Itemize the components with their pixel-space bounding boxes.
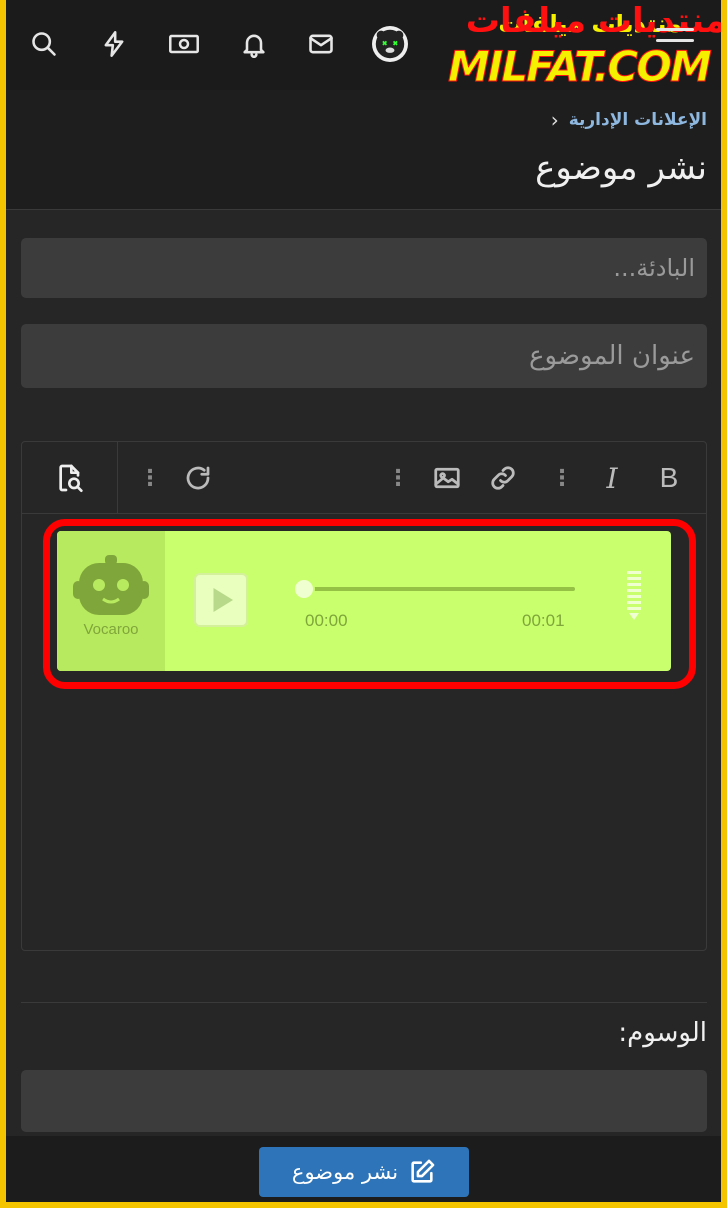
page-title: نشر موضوع [535, 148, 707, 188]
progress-knob[interactable] [293, 578, 315, 600]
breadcrumb[interactable]: الإعلانات الإدارية ‹ [551, 108, 707, 132]
play-icon [213, 588, 233, 612]
more-options-icon[interactable]: ⋮ [387, 462, 409, 494]
italic-icon[interactable]: I [597, 462, 627, 495]
bold-icon[interactable]: B [654, 462, 684, 494]
section-divider [21, 1002, 707, 1003]
bell-icon[interactable] [238, 28, 270, 60]
more-options-icon[interactable]: ⋮ [551, 462, 573, 494]
title-placeholder: عنوان الموضوع [528, 341, 695, 371]
breadcrumb-link[interactable]: الإعلانات الإدارية [569, 110, 707, 130]
page-header: الإعلانات الإدارية ‹ نشر موضوع [6, 90, 721, 210]
time-total: 00:01 [522, 611, 565, 630]
prefix-placeholder: البادئة... [613, 254, 695, 282]
avatar[interactable] [372, 26, 408, 62]
chevron-left-icon: ‹ [550, 108, 559, 132]
preview-button[interactable] [22, 442, 118, 514]
volume-icon[interactable] [627, 571, 641, 629]
more-options-icon[interactable]: ⋮ [139, 462, 161, 494]
preview-icon [58, 464, 83, 492]
money-icon[interactable] [166, 28, 202, 60]
menu-icon[interactable] [656, 28, 694, 54]
mail-icon[interactable] [305, 28, 337, 60]
tags-label: الوسوم: [618, 1018, 707, 1048]
vocaroo-brand-label: Vocaroo [83, 621, 139, 638]
play-button[interactable] [194, 573, 248, 627]
edit-icon [411, 1159, 435, 1183]
title-input[interactable]: عنوان الموضوع [21, 324, 707, 388]
time-current: 00:00 [305, 611, 348, 630]
app-frame: منتديات ميلفات منتديات ميلفات MILFAT.COM… [6, 0, 721, 1202]
form-footer: نشر موضوع [6, 1136, 721, 1202]
image-icon[interactable] [430, 462, 464, 494]
bolt-icon[interactable] [98, 28, 130, 60]
search-icon[interactable] [28, 28, 60, 60]
top-bar: منتديات ميلفات منتديات ميلفات MILFAT.COM [6, 0, 721, 90]
rich-text-editor[interactable]: ⋮ ⋮ ⋮ I B [21, 441, 707, 951]
progress-track[interactable] [303, 587, 575, 591]
prefix-select[interactable]: البادئة... [21, 238, 707, 298]
tags-input[interactable] [21, 1070, 707, 1132]
submit-label: نشر موضوع [291, 1160, 399, 1184]
link-icon[interactable] [487, 462, 519, 494]
editor-toolbar: ⋮ ⋮ ⋮ I B [22, 442, 706, 514]
vocaroo-logo-icon [73, 555, 149, 615]
redo-icon[interactable] [182, 462, 214, 494]
vocaroo-brand-panel[interactable]: Vocaroo [57, 531, 165, 671]
submit-thread-button[interactable]: نشر موضوع [259, 1147, 469, 1197]
vocaroo-audio-player[interactable]: Vocaroo 00:00 00:01 [57, 531, 671, 671]
